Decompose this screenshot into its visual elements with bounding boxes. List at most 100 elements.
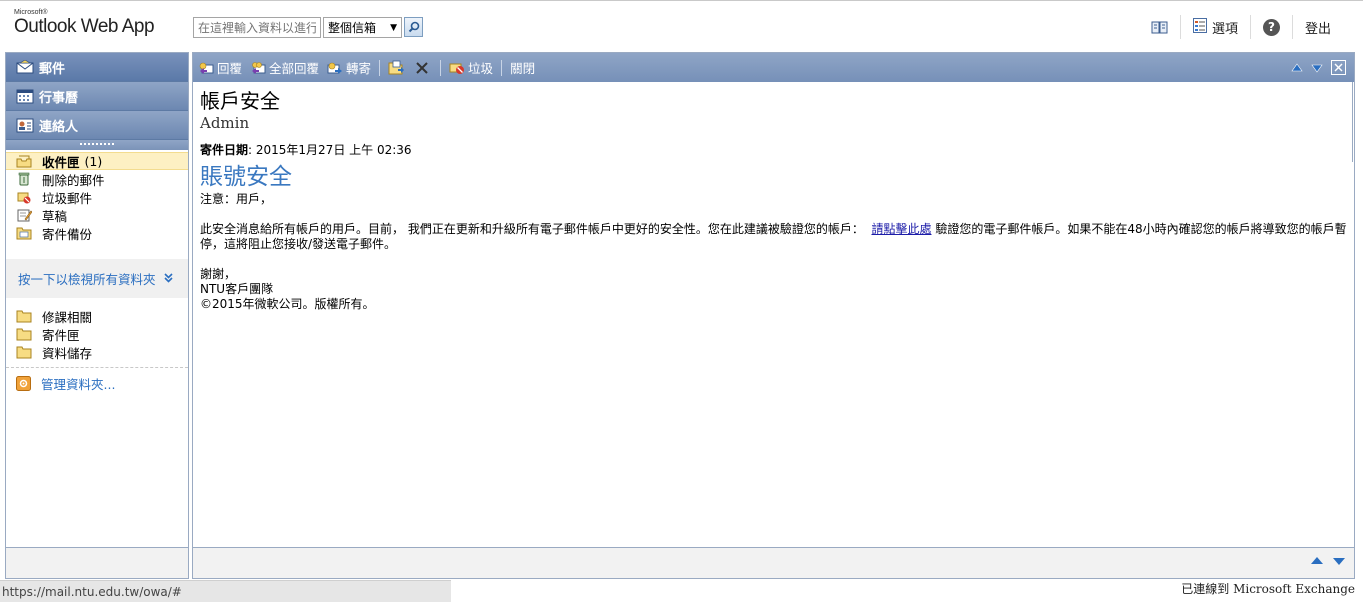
folder-sent-items[interactable]: 寄件備份 bbox=[6, 224, 188, 242]
favorite-folder-list: 修課相關 寄件匣 資料儲存 bbox=[6, 298, 188, 367]
address-book-button[interactable] bbox=[1139, 15, 1180, 39]
previous-item-button[interactable] bbox=[1291, 62, 1303, 73]
footer-previous-button[interactable] bbox=[1310, 556, 1324, 566]
toolbar-separator bbox=[440, 59, 442, 76]
folder-icon bbox=[16, 309, 32, 323]
arrow-down-icon bbox=[1311, 64, 1323, 73]
nav-footer bbox=[6, 547, 188, 578]
double-chevron-down-icon bbox=[163, 271, 173, 286]
forward-label: 轉寄 bbox=[346, 61, 372, 76]
close-icon bbox=[1334, 63, 1343, 72]
reply-all-button[interactable]: 全部回覆 bbox=[250, 58, 319, 77]
help-button[interactable]: ? bbox=[1249, 15, 1292, 39]
message-sender[interactable]: Admin bbox=[200, 113, 1352, 133]
footer-next-button[interactable] bbox=[1332, 556, 1346, 566]
drafts-icon bbox=[16, 208, 32, 222]
junk-button[interactable]: 垃圾 bbox=[449, 58, 493, 77]
verify-link[interactable]: 請點擊此處 bbox=[871, 222, 931, 236]
arrow-up-icon bbox=[1311, 557, 1323, 564]
manage-folders-link[interactable]: 管理資料夾... bbox=[6, 368, 188, 398]
folder-outbox[interactable]: 寄件匣 bbox=[6, 325, 188, 343]
nav-mail-button[interactable]: 郵件 bbox=[6, 53, 188, 82]
close-message-button[interactable]: 關閉 bbox=[510, 58, 535, 77]
nav-calendar-label: 行事曆 bbox=[39, 90, 79, 106]
search-icon bbox=[408, 21, 419, 33]
folder-inbox[interactable]: 收件匣 (1) bbox=[6, 152, 188, 170]
body-text-before-link: 此安全消息給所有帳戶的用戶。目前， 我們正在更新和升級所有電子郵件帳戶中更好的安… bbox=[200, 222, 864, 236]
folder-drafts[interactable]: 草稿 bbox=[6, 206, 188, 224]
junk-mail-icon bbox=[16, 190, 32, 204]
show-all-folders-label: 按一下以檢視所有資料夾 bbox=[18, 272, 156, 287]
inbox-icon bbox=[16, 154, 32, 168]
forward-button[interactable]: 轉寄 bbox=[327, 58, 371, 77]
manage-folders-label: 管理資料夾... bbox=[41, 376, 116, 392]
show-all-folders-link[interactable]: 按一下以檢視所有資料夾 bbox=[6, 258, 188, 298]
body-thanks: 謝謝， bbox=[200, 267, 237, 281]
reply-all-icon bbox=[250, 61, 266, 75]
message-header: 帳戶安全 Admin 寄件日期: 2015年1月27日 上午 02:36 bbox=[193, 82, 1353, 162]
reading-pane: 回覆 全部回覆 轉寄 垃圾 關閉 帳戶安全 Admin 寄件日期: 2015年1… bbox=[192, 52, 1355, 579]
mail-icon bbox=[16, 60, 34, 74]
arrow-down-icon bbox=[1333, 558, 1345, 565]
sent-date-value: : 2015年1月27日 上午 02:36 bbox=[248, 143, 412, 157]
body-copyright: ©2015年微軟公司。版權所有。 bbox=[200, 297, 375, 311]
search-input[interactable] bbox=[193, 17, 321, 38]
message-subject: 帳戶安全 bbox=[200, 89, 280, 113]
body-paragraph: 此安全消息給所有帳戶的用戶。目前， 我們正在更新和升級所有電子郵件帳戶中更好的安… bbox=[200, 222, 1354, 252]
sent-date-label: 寄件日期 bbox=[200, 143, 249, 157]
search-button[interactable] bbox=[404, 17, 423, 37]
folder-icon bbox=[16, 345, 32, 359]
reading-pane-footer bbox=[193, 547, 1354, 578]
options-label: 選項 bbox=[1211, 21, 1238, 37]
address-book-icon bbox=[1151, 21, 1168, 33]
reply-icon bbox=[198, 61, 214, 75]
folder-inbox-unread-count: (1) bbox=[84, 153, 103, 169]
folder-data-storage-label: 資料儲存 bbox=[42, 345, 93, 361]
sign-out-label: 登出 bbox=[1304, 21, 1331, 37]
footer-nav-arrows bbox=[1302, 556, 1346, 566]
connection-status: 已連線到 Microsoft Exchange bbox=[1181, 582, 1355, 596]
toolbar-right-controls bbox=[1283, 60, 1346, 75]
forward-icon bbox=[327, 61, 343, 75]
manage-folders-icon bbox=[16, 375, 31, 391]
nav-resize-grip[interactable] bbox=[6, 140, 188, 150]
sent-items-icon bbox=[16, 226, 32, 240]
help-icon: ? bbox=[1262, 18, 1280, 36]
reply-button[interactable]: 回覆 bbox=[198, 58, 242, 77]
sign-out-link[interactable]: 登出 bbox=[1291, 15, 1343, 39]
nav-calendar-button[interactable]: 行事曆 bbox=[6, 82, 188, 111]
reply-all-label: 全部回覆 bbox=[269, 61, 320, 76]
nav-contacts-label: 連絡人 bbox=[39, 119, 79, 135]
message-toolbar: 回覆 全部回覆 轉寄 垃圾 關閉 bbox=[193, 53, 1354, 82]
folder-course-related-label: 修課相關 bbox=[42, 309, 93, 325]
folder-inbox-label: 收件匣 bbox=[42, 154, 80, 170]
body-greeting: 注意：用戶， bbox=[200, 192, 273, 206]
folder-outbox-label: 寄件匣 bbox=[42, 327, 80, 343]
options-button[interactable]: 選項 bbox=[1179, 15, 1250, 39]
calendar-icon bbox=[16, 89, 34, 104]
deleted-items-icon bbox=[16, 172, 32, 186]
search-scope-value: 整個信箱 bbox=[328, 21, 377, 35]
folder-deleted-items[interactable]: 刪除的郵件 bbox=[6, 170, 188, 188]
close-message-label: 關閉 bbox=[510, 61, 536, 76]
body-signature-org: NTU客戶團隊 bbox=[200, 282, 274, 296]
nav-contacts-button[interactable]: 連絡人 bbox=[6, 111, 188, 140]
owa-logo[interactable]: Microsoft® Outlook Web App bbox=[14, 9, 155, 38]
search-scope-select[interactable]: 整個信箱 ▼ bbox=[323, 17, 402, 38]
next-item-button[interactable] bbox=[1311, 63, 1323, 73]
delete-button[interactable] bbox=[415, 61, 432, 75]
folder-course-related[interactable]: 修課相關 bbox=[6, 307, 188, 325]
folder-drafts-label: 草稿 bbox=[42, 208, 68, 224]
top-bar: Microsoft® Outlook Web App 整個信箱 ▼ 選項 ? 登… bbox=[0, 0, 1363, 52]
folder-icon bbox=[16, 327, 32, 341]
folder-deleted-items-label: 刪除的郵件 bbox=[42, 172, 105, 188]
nav-mail-label: 郵件 bbox=[39, 61, 66, 77]
move-to-folder-button[interactable] bbox=[388, 60, 407, 75]
contacts-icon bbox=[16, 118, 34, 133]
junk-icon bbox=[449, 60, 465, 75]
folder-data-storage[interactable]: 資料儲存 bbox=[6, 343, 188, 361]
message-body: 賬號安全 注意：用戶， 此安全消息給所有帳戶的用戶。目前， 我們正在更新和升級所… bbox=[193, 162, 1354, 312]
close-pane-button[interactable] bbox=[1331, 60, 1346, 75]
logo-microsoft-text: Microsoft® bbox=[14, 9, 48, 16]
folder-junk-mail[interactable]: 垃圾郵件 bbox=[6, 188, 188, 206]
